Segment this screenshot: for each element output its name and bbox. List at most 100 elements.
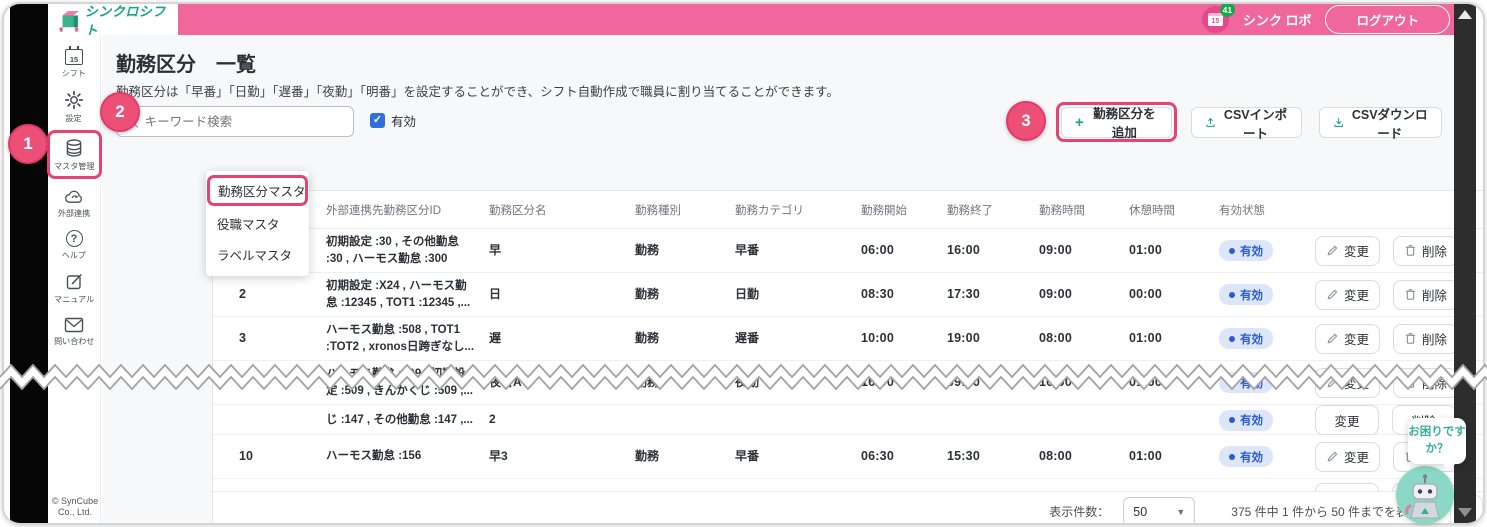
active-filter-checkbox[interactable]: ✓ 有効: [370, 111, 416, 130]
delete-button[interactable]: 削除: [1393, 236, 1458, 266]
chatbot-tooltip: お困りですか？: [1408, 418, 1466, 464]
status-badge: 有効: [1219, 446, 1273, 467]
cell-end: 19:00: [947, 329, 1039, 347]
avatar-calendar-icon: 15: [1208, 13, 1223, 26]
table-row: 2 初期設定 :X24 , ハーモス勤怠 :12345 , TOT1 :1234…: [213, 273, 1485, 317]
trash-icon: [1404, 376, 1417, 389]
delete-button[interactable]: 削除: [1393, 324, 1458, 354]
user-name: シンク ロボ: [1243, 10, 1312, 29]
pencil-icon: [1326, 450, 1339, 463]
cell-name: 早: [489, 242, 635, 259]
edit-button[interactable]: 変更: [1315, 236, 1380, 266]
cell-name: 2: [489, 411, 635, 428]
page-description: 勤務区分は「早番」「日勤」「遅番」「夜勤」「明番」を設定することができ、シフト自…: [116, 81, 839, 100]
cell-start: 16:00: [861, 373, 947, 391]
trash-icon: [1404, 244, 1417, 257]
status-badge: 有効: [1219, 328, 1273, 349]
scroll-down-arrow[interactable]: [1458, 508, 1472, 517]
plus-icon: +: [1075, 114, 1084, 131]
annotation-step-3: 3: [1006, 101, 1046, 141]
table-row: 1 初期設定 :30 , その他勤怠 :30 , ハーモス勤怠 :300 早 勤…: [213, 229, 1485, 273]
sidebar-item-shift[interactable]: 15 シフト: [50, 42, 99, 85]
logout-button[interactable]: ログアウト: [1325, 5, 1450, 34]
cell-ext-id: じ :147 , その他勤怠 :147 ,...: [326, 412, 489, 429]
chatbot-button[interactable]: [1396, 466, 1454, 524]
app-logo[interactable]: シンクロシフト: [48, 4, 178, 35]
cell-category: 日勤: [735, 286, 861, 303]
cell-end: 16:00: [947, 241, 1039, 259]
cell-category: 夜勤: [735, 374, 861, 391]
annotation-highlight-master: マスタ管理: [47, 130, 102, 179]
edit-button[interactable]: 変更: [1315, 368, 1380, 398]
edit-button[interactable]: 変更: [1315, 324, 1380, 354]
menu-item-label-master[interactable]: ラベルマスタ: [206, 239, 309, 270]
logo-cube-icon: [58, 8, 80, 32]
menu-item-role-master[interactable]: 役職マスタ: [206, 208, 309, 239]
table-row: 4 ハーモス勤怠 :509 , 初期設定 :509 , きんかくじ :509 ,…: [213, 361, 1485, 405]
sidebar-item-help[interactable]: ? ヘルプ: [50, 224, 99, 267]
cell-name: 夜番A: [489, 374, 635, 391]
cell-break: 01:00: [1129, 329, 1219, 347]
csv-import-button[interactable]: CSVインポート: [1191, 107, 1302, 138]
header-end: 勤務終了: [947, 202, 1039, 218]
checkbox-checked-icon[interactable]: ✓: [370, 113, 385, 128]
add-work-category-button[interactable]: + 勤務区分を追加: [1061, 107, 1172, 138]
sidebar-item-master[interactable]: マスタ管理: [50, 133, 99, 176]
annotation-step-2: 2: [100, 92, 140, 132]
search-input[interactable]: [145, 115, 345, 129]
pencil-icon: [1326, 244, 1339, 257]
copyright-text: © SynCube Co., Ltd.: [50, 496, 100, 519]
cell-name: 早3: [489, 448, 635, 465]
user-avatar[interactable]: 15 41: [1202, 6, 1229, 33]
edit-button[interactable]: 変更: [1315, 405, 1379, 435]
work-category-table: 外部連携先勤務区分ID 勤務区分名 勤務種別 勤務カテゴリ 勤務開始 勤務終了 …: [212, 190, 1485, 525]
header-category: 勤務カテゴリ: [735, 202, 861, 218]
trash-icon: [1404, 332, 1417, 345]
cell-ext-id: ハーモス勤怠 :156: [326, 448, 489, 465]
cell-category: 早番: [735, 242, 861, 259]
table-pagination: 表示件数： 50 ▼ 375 件中 1 件から 50 件までを表示 ‹ ›: [213, 491, 1485, 525]
sidebar-item-settings[interactable]: 設定: [50, 85, 99, 128]
cell-ext-id: ハーモス勤怠 :508 , TOT1 :TOT2 , xronos日跨ぎなし..…: [326, 322, 489, 355]
delete-button[interactable]: 削除: [1393, 280, 1458, 310]
robot-icon: [1396, 466, 1454, 524]
header-name: 勤務区分名: [489, 202, 635, 218]
menu-item-work-category-master[interactable]: 勤務区分マスタ: [210, 178, 305, 203]
table-row-torn: じ :147 , その他勤怠 :147 ,... 2 有効 変更 削除: [213, 405, 1485, 435]
top-navigation-bar: シンクロシフト 15 41 シンク ロボ ログアウト: [48, 4, 1454, 35]
cell-break: 01:00: [1129, 447, 1219, 465]
edit-button[interactable]: 変更: [1315, 442, 1380, 472]
sidebar-item-external[interactable]: 外部連携: [50, 181, 99, 224]
edit-button[interactable]: 変更: [1315, 280, 1380, 310]
cell-start: 08:30: [861, 285, 947, 303]
database-icon: [64, 138, 84, 158]
cell-start: 06:00: [861, 241, 947, 259]
cell-start: 06:30: [861, 447, 947, 465]
calendar-icon: 15: [65, 49, 83, 65]
cell-hours: 09:00: [1039, 241, 1129, 259]
download-icon: [1333, 115, 1344, 130]
header-hours: 勤務時間: [1039, 202, 1129, 218]
annotation-highlight-add: + 勤務区分を追加: [1056, 102, 1177, 142]
sidebar-item-contact[interactable]: 問い合わせ: [50, 310, 99, 353]
header-type: 勤務種別: [635, 202, 735, 218]
per-page-select[interactable]: 50 ▼: [1123, 497, 1195, 525]
cell-end: 09:00: [947, 373, 1039, 391]
manual-edit-icon: [65, 272, 84, 291]
scroll-up-arrow[interactable]: [1458, 10, 1472, 19]
pencil-icon: [1326, 332, 1339, 345]
keyword-search-input[interactable]: [116, 106, 354, 137]
row-number: 3: [231, 329, 326, 347]
status-badge: 有効: [1219, 372, 1273, 393]
sidebar-item-manual[interactable]: マニュアル: [50, 267, 99, 310]
header-start: 勤務開始: [861, 202, 947, 218]
csv-download-button[interactable]: CSVダウンロード: [1319, 107, 1442, 138]
cell-hours: 08:00: [1039, 329, 1129, 347]
delete-button[interactable]: 削除: [1393, 368, 1458, 398]
status-badge: 有効: [1219, 284, 1273, 305]
cell-type: 勤務: [635, 242, 735, 259]
cell-hours: 08:00: [1039, 447, 1129, 465]
annotation-step-1: 1: [8, 124, 48, 164]
cell-ext-id: ハーモス勤怠 :509 , 初期設定 :509 , きんかくじ :509 ,..…: [326, 366, 489, 399]
trash-icon: [1404, 288, 1417, 301]
